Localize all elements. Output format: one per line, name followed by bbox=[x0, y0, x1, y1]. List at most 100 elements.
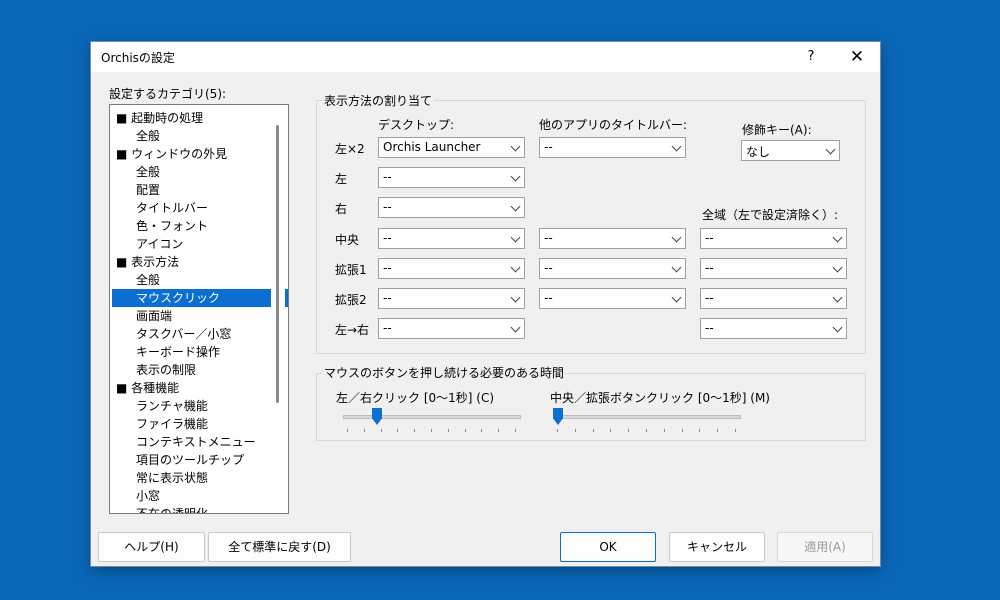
chevron-down-icon bbox=[510, 201, 521, 212]
global-action-select-value: -- bbox=[705, 231, 714, 245]
category-item[interactable]: キーボード操作 bbox=[112, 343, 288, 361]
category-list[interactable]: ■ 起動時の処理 全般 ■ ウィンドウの外見 全般 配置 タイトルバー 色・フォント アイコン… bbox=[109, 104, 289, 514]
settings-dialog: Orchisの設定 ? ✕ 設定するカテゴリ(5): ■ 起動時の処理 全般 ■ ウ… bbox=[91, 42, 880, 566]
slider-tick bbox=[381, 429, 382, 432]
category-item[interactable]: 表示の制限 bbox=[112, 361, 288, 379]
desktop-action-select[interactable]: Orchis Launcher bbox=[378, 137, 525, 158]
titlebar-column-label: 他のアプリのタイトルバー: bbox=[539, 118, 688, 132]
category-item[interactable]: 不在の透明化 bbox=[112, 505, 288, 513]
chevron-down-icon bbox=[510, 292, 521, 303]
global-action-select-value: -- bbox=[705, 321, 714, 335]
slider-tick bbox=[448, 429, 449, 432]
desktop-action-select[interactable]: -- bbox=[378, 228, 525, 249]
chevron-down-icon bbox=[832, 232, 843, 243]
cancel-button[interactable]: キャンセル bbox=[669, 532, 765, 562]
chevron-down-icon bbox=[832, 262, 843, 273]
global-action-select-value: -- bbox=[705, 261, 714, 275]
apply-button[interactable]: 適用(A) bbox=[777, 532, 873, 562]
category-item[interactable]: アイコン bbox=[112, 235, 288, 253]
titlebar-action-select[interactable]: -- bbox=[539, 137, 686, 158]
window-title: Orchisの設定 bbox=[101, 51, 175, 65]
slider-tick bbox=[664, 429, 665, 432]
row-label: 左×2 bbox=[335, 142, 365, 156]
row-label: 拡張2 bbox=[335, 293, 367, 307]
desktop-action-select[interactable]: -- bbox=[378, 197, 525, 218]
modifier-value: なし bbox=[746, 145, 771, 159]
slider-tick bbox=[575, 429, 576, 432]
slider-thumb[interactable] bbox=[372, 408, 382, 425]
desktop-action-select[interactable]: -- bbox=[378, 288, 525, 309]
row-label: 拡張1 bbox=[335, 263, 367, 277]
titlebar-action-select-value: -- bbox=[544, 261, 553, 275]
titlebar-action-select-value: -- bbox=[544, 140, 553, 154]
category-item[interactable]: 全般 bbox=[112, 127, 288, 145]
close-icon[interactable]: ✕ bbox=[841, 42, 873, 72]
titlebar-action-select[interactable]: -- bbox=[539, 288, 686, 309]
category-item[interactable]: 小窓 bbox=[112, 487, 288, 505]
modifier-select[interactable]: なし bbox=[741, 140, 840, 161]
middle-click-label: 中央／拡張ボタンクリック [0～1秒] (M) bbox=[550, 391, 770, 405]
titlebar-action-select-value: -- bbox=[544, 231, 553, 245]
slider-tick bbox=[481, 429, 482, 432]
help-icon[interactable]: ? bbox=[795, 42, 827, 72]
global-action-select-value: -- bbox=[705, 291, 714, 305]
category-label: 設定するカテゴリ(5): bbox=[109, 87, 227, 101]
help-button[interactable]: ヘルプ(H) bbox=[98, 532, 205, 562]
chevron-down-icon bbox=[671, 262, 682, 273]
category-item[interactable]: ファイラ機能 bbox=[112, 415, 288, 433]
slider-tick bbox=[364, 429, 365, 432]
global-action-select[interactable]: -- bbox=[700, 288, 847, 309]
category-item[interactable]: コンテキストメニュー bbox=[112, 433, 288, 451]
scrollbar-thumb[interactable] bbox=[276, 125, 279, 403]
left-right-click-label: 左／右クリック [0～1秒] (C) bbox=[336, 391, 495, 405]
chevron-down-icon bbox=[510, 322, 521, 333]
category-item[interactable]: 常に表示状態 bbox=[112, 469, 288, 487]
slider-track bbox=[553, 415, 741, 419]
slider-thumb[interactable] bbox=[553, 408, 563, 425]
chevron-down-icon bbox=[510, 141, 521, 152]
category-item[interactable]: ランチャ機能 bbox=[112, 397, 288, 415]
desktop-action-select[interactable]: -- bbox=[378, 167, 525, 188]
slider-tick bbox=[465, 429, 466, 432]
desktop-action-select[interactable]: -- bbox=[378, 318, 525, 339]
category-item[interactable]: 項目のツールチップ bbox=[112, 451, 288, 469]
desktop-action-select[interactable]: -- bbox=[378, 258, 525, 279]
chevron-down-icon bbox=[510, 171, 521, 182]
titlebar-action-select[interactable]: -- bbox=[539, 258, 686, 279]
modifier-label: 修飾キー(A): bbox=[742, 123, 812, 137]
category-group[interactable]: ■ ウィンドウの外見 bbox=[112, 145, 287, 163]
slider-tick bbox=[414, 429, 415, 432]
category-item[interactable]: 全般 bbox=[112, 271, 288, 289]
title-bar: Orchisの設定 ? ✕ bbox=[91, 42, 880, 72]
category-group[interactable]: ■ 起動時の処理 bbox=[112, 109, 287, 127]
reset-defaults-button[interactable]: 全て標準に戻す(D) bbox=[208, 532, 351, 562]
global-action-select[interactable]: -- bbox=[700, 228, 847, 249]
chevron-down-icon bbox=[510, 262, 521, 273]
slider-tick bbox=[646, 429, 647, 432]
category-group[interactable]: ■ 各種機能 bbox=[112, 379, 287, 397]
global-action-select[interactable]: -- bbox=[700, 258, 847, 279]
category-item[interactable]: 全般 bbox=[112, 163, 288, 181]
global-action-select[interactable]: -- bbox=[700, 318, 847, 339]
desktop-column-label: デスクトップ: bbox=[378, 118, 455, 132]
category-item[interactable]: タスクバー／小窓 bbox=[112, 325, 288, 343]
category-item[interactable]: 配置 bbox=[112, 181, 288, 199]
category-group[interactable]: ■ 表示方法 bbox=[112, 253, 287, 271]
desktop-action-select-value: -- bbox=[383, 261, 392, 275]
category-item[interactable]: 色・フォント bbox=[112, 217, 288, 235]
category-item[interactable]: 画面端 bbox=[112, 307, 288, 325]
titlebar-action-select[interactable]: -- bbox=[539, 228, 686, 249]
chevron-down-icon bbox=[825, 144, 836, 155]
slider-tick bbox=[717, 429, 718, 432]
desktop-action-select-value: -- bbox=[383, 321, 392, 335]
global-column-label: 全域（左で設定済除く）: bbox=[702, 208, 839, 222]
category-item[interactable]: マウスクリック bbox=[112, 289, 288, 307]
desktop-action-select-value: -- bbox=[383, 200, 392, 214]
category-item[interactable]: タイトルバー bbox=[112, 199, 288, 217]
category-scrollbar[interactable] bbox=[271, 105, 285, 511]
slider-tick bbox=[628, 429, 629, 432]
left-right-click-slider[interactable] bbox=[343, 408, 521, 432]
chevron-down-icon bbox=[671, 141, 682, 152]
middle-click-slider[interactable] bbox=[553, 408, 741, 432]
ok-button[interactable]: OK bbox=[560, 532, 656, 562]
